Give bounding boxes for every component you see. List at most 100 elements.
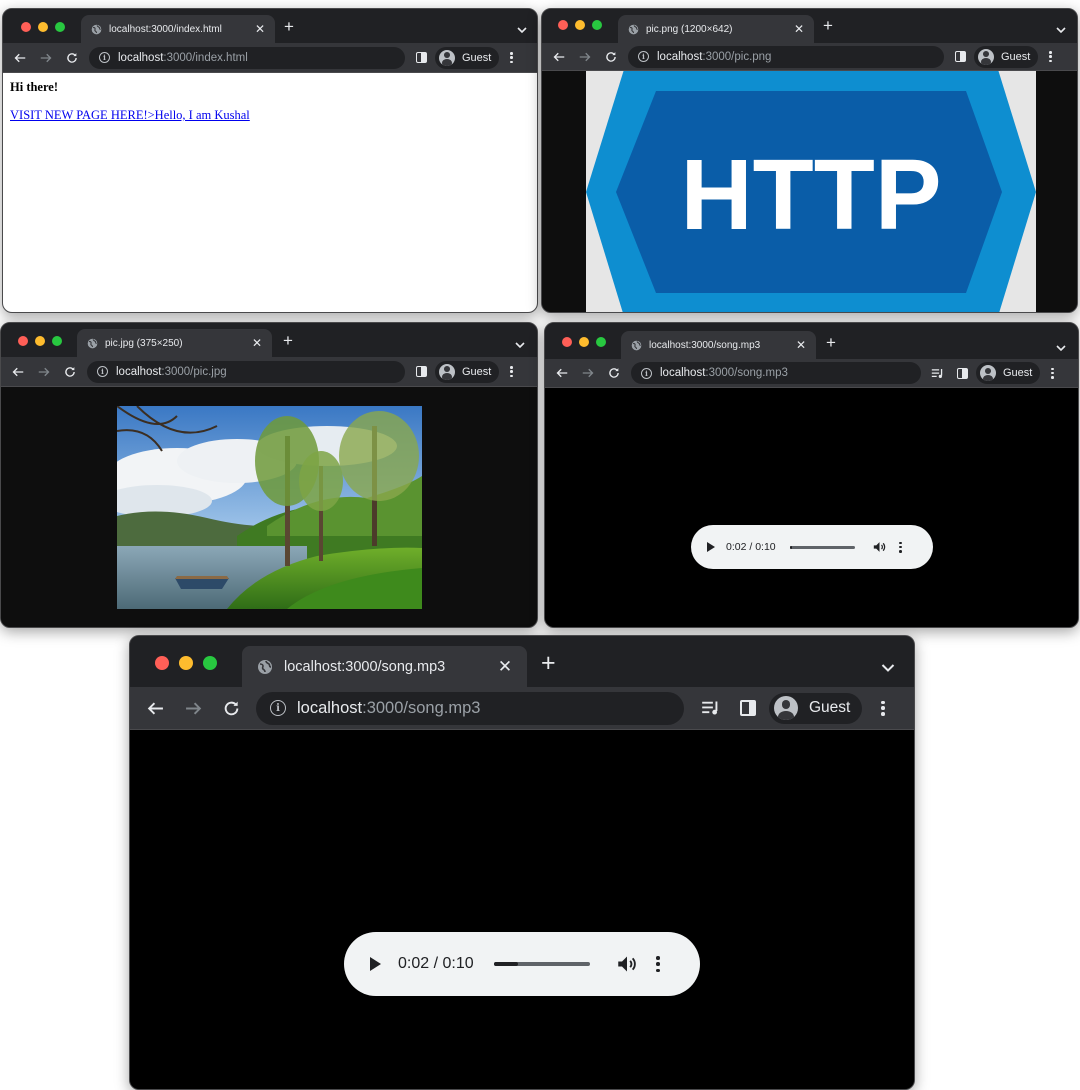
forward-arrow-icon[interactable] xyxy=(33,361,55,383)
toolbar: i localhost:3000/index.html Guest xyxy=(3,43,537,73)
forward-arrow-icon[interactable] xyxy=(35,47,57,69)
forward-arrow-icon[interactable] xyxy=(178,693,208,723)
kebab-menu-icon[interactable] xyxy=(880,700,885,716)
chevron-down-icon[interactable] xyxy=(1056,339,1066,357)
media-queue-icon[interactable] xyxy=(926,362,948,384)
browser-window-index: localhost:3000/index.html ✕ + i localhos… xyxy=(2,8,538,313)
chevron-down-icon[interactable] xyxy=(517,21,527,39)
minimize-window-button[interactable] xyxy=(35,336,45,346)
info-icon[interactable]: i xyxy=(97,366,108,377)
forward-arrow-icon[interactable] xyxy=(574,46,596,68)
kebab-menu-icon[interactable] xyxy=(509,366,513,377)
maximize-window-button[interactable] xyxy=(596,337,606,347)
play-icon[interactable] xyxy=(366,957,384,971)
minimize-window-button[interactable] xyxy=(179,656,193,670)
info-icon[interactable]: i xyxy=(641,367,652,379)
info-icon[interactable]: i xyxy=(638,51,649,62)
close-icon[interactable]: ✕ xyxy=(794,338,808,352)
tab-index[interactable]: localhost:3000/index.html ✕ xyxy=(81,15,275,43)
profile-avatar-icon xyxy=(439,49,455,66)
tab-png[interactable]: pic.png (1200×642) ✕ xyxy=(618,15,814,43)
side-panel-icon[interactable] xyxy=(733,693,763,723)
minimize-window-button[interactable] xyxy=(575,20,585,30)
audio-player: 0:02 / 0:10 xyxy=(344,932,700,996)
player-options-icon[interactable] xyxy=(656,956,661,972)
media-queue-icon[interactable] xyxy=(695,693,725,723)
close-icon[interactable]: ✕ xyxy=(495,657,515,677)
address-bar[interactable]: i localhost:3000/pic.png xyxy=(628,45,944,68)
back-arrow-icon[interactable] xyxy=(7,361,29,383)
close-window-button[interactable] xyxy=(562,337,572,347)
new-tab-icon[interactable]: + xyxy=(283,331,293,351)
kebab-menu-icon[interactable] xyxy=(1050,367,1054,379)
minimize-window-button[interactable] xyxy=(38,22,48,32)
url-host: localhost xyxy=(657,50,703,63)
address-bar[interactable]: i localhost:3000/song.mp3 xyxy=(256,691,684,725)
profile-avatar-icon xyxy=(439,363,455,380)
close-icon[interactable]: ✕ xyxy=(792,22,806,36)
close-icon[interactable]: ✕ xyxy=(253,22,267,36)
close-icon[interactable]: ✕ xyxy=(250,336,264,350)
tab-song[interactable]: localhost:3000/song.mp3 ✕ xyxy=(621,331,816,359)
new-tab-icon[interactable]: + xyxy=(541,649,556,678)
maximize-window-button[interactable] xyxy=(592,20,602,30)
back-arrow-icon[interactable] xyxy=(9,47,31,69)
close-window-button[interactable] xyxy=(18,336,28,346)
maximize-window-button[interactable] xyxy=(52,336,62,346)
reload-icon[interactable] xyxy=(61,47,83,69)
profile-button[interactable]: Guest xyxy=(974,45,1039,68)
volume-icon[interactable] xyxy=(873,541,886,553)
new-tab-icon[interactable]: + xyxy=(826,333,836,353)
side-panel-icon[interactable] xyxy=(410,47,432,69)
volume-icon[interactable] xyxy=(617,955,637,973)
new-tab-icon[interactable]: + xyxy=(284,17,294,37)
reload-icon[interactable] xyxy=(600,46,622,68)
side-panel-icon[interactable] xyxy=(951,362,973,384)
close-window-button[interactable] xyxy=(21,22,31,32)
page-heading: Hi there! xyxy=(10,80,59,94)
http-logo-text: HTTP xyxy=(680,139,941,251)
back-arrow-icon[interactable] xyxy=(551,362,573,384)
player-options-icon[interactable] xyxy=(899,541,903,553)
minimize-window-button[interactable] xyxy=(579,337,589,347)
reload-icon[interactable] xyxy=(603,362,625,384)
url-host: localhost xyxy=(118,51,164,64)
address-bar[interactable]: i localhost:3000/song.mp3 xyxy=(631,362,921,384)
close-window-button[interactable] xyxy=(155,656,169,670)
forward-arrow-icon[interactable] xyxy=(577,362,599,384)
new-tab-icon[interactable]: + xyxy=(823,16,833,36)
reload-icon[interactable] xyxy=(216,693,246,723)
side-panel-icon[interactable] xyxy=(410,361,432,383)
seek-bar[interactable] xyxy=(493,962,590,966)
chevron-down-icon[interactable] xyxy=(881,660,895,678)
maximize-window-button[interactable] xyxy=(55,22,65,32)
back-arrow-icon[interactable] xyxy=(548,46,570,68)
maximize-window-button[interactable] xyxy=(203,656,217,670)
page-content: 0:02 / 0:10 xyxy=(130,730,914,1089)
chevron-down-icon[interactable] xyxy=(1056,21,1066,39)
visit-new-page-link[interactable]: VISIT NEW PAGE HERE!>Hello, I am Kushal xyxy=(10,108,250,123)
kebab-menu-icon[interactable] xyxy=(1048,51,1052,62)
back-arrow-icon[interactable] xyxy=(140,693,170,723)
close-window-button[interactable] xyxy=(558,20,568,30)
address-bar[interactable]: i localhost:3000/pic.jpg xyxy=(87,360,405,383)
seek-bar[interactable] xyxy=(789,545,855,549)
profile-label: Guest xyxy=(462,51,492,64)
side-panel-icon[interactable] xyxy=(949,46,971,68)
tab-song[interactable]: localhost:3000/song.mp3 ✕ xyxy=(242,646,527,687)
tab-strip: pic.png (1200×642) ✕ + xyxy=(542,9,1077,43)
seek-progress xyxy=(493,962,518,966)
profile-button[interactable]: Guest xyxy=(769,692,863,724)
info-icon[interactable]: i xyxy=(99,52,110,63)
kebab-menu-icon[interactable] xyxy=(509,52,513,63)
play-icon[interactable] xyxy=(705,542,717,552)
info-icon[interactable]: i xyxy=(270,700,286,716)
seek-progress xyxy=(789,545,792,549)
reload-icon[interactable] xyxy=(59,361,81,383)
address-bar[interactable]: i localhost:3000/index.html xyxy=(89,46,405,69)
profile-button[interactable]: Guest xyxy=(435,360,500,383)
profile-button[interactable]: Guest xyxy=(435,46,500,69)
tab-jpg[interactable]: pic.jpg (375×250) ✕ xyxy=(77,329,272,357)
profile-button[interactable]: Guest xyxy=(976,362,1041,384)
chevron-down-icon[interactable] xyxy=(515,336,525,354)
